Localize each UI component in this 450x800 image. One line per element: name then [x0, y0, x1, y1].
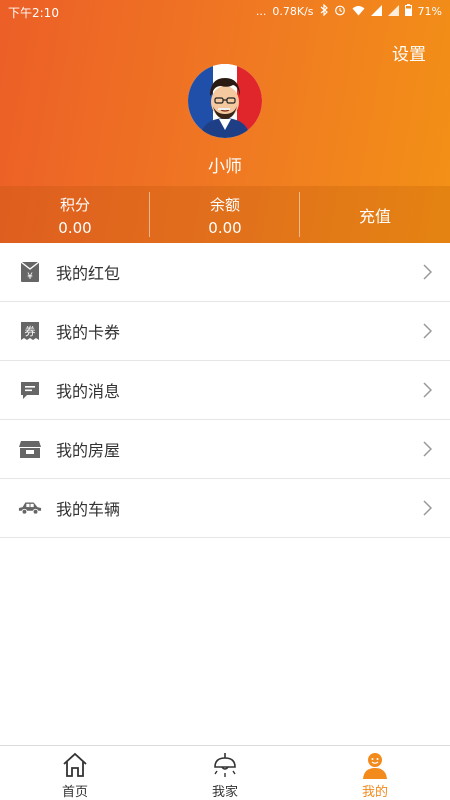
chevron-right-icon	[423, 441, 433, 461]
tab-home[interactable]: 首页	[0, 746, 150, 800]
menu-item-coupon[interactable]: 券 我的卡券	[0, 302, 450, 361]
menu-item-label: 我的消息	[56, 382, 121, 401]
menu-item-car[interactable]: 我的车辆	[0, 479, 450, 538]
house-icon	[18, 437, 42, 461]
alarm-icon	[334, 4, 346, 19]
status-dots: ...	[255, 5, 267, 18]
bottom-tab-bar: 首页 我家 我的	[0, 745, 450, 800]
network-speed: 0.78K/s	[272, 5, 314, 18]
points-value: 0.00	[58, 219, 92, 237]
balance-value: 0.00	[208, 219, 242, 237]
tab-label: 我家	[211, 785, 238, 800]
stat-divider	[299, 192, 300, 237]
balance-stat[interactable]: 余额 0.00	[150, 186, 300, 243]
coupon-icon: 券	[18, 319, 42, 343]
menu-item-label: 我的红包	[56, 264, 121, 283]
menu-item-label: 我的房屋	[56, 441, 121, 460]
profile-icon	[361, 751, 389, 783]
tab-mine[interactable]: 我的	[300, 746, 450, 800]
message-icon	[18, 378, 42, 402]
car-icon	[18, 496, 42, 520]
menu-item-house[interactable]: 我的房屋	[0, 420, 450, 479]
status-icons: ... 0.78K/s 71%	[255, 3, 442, 19]
battery-percent: 71%	[417, 5, 442, 18]
tab-label: 我的	[361, 785, 388, 800]
profile-header: 下午2:10 ... 0.78K/s 71% 设置 小师 积分 0.00 余额 …	[0, 0, 450, 243]
avatar[interactable]	[188, 64, 262, 138]
menu-item-label: 我的卡券	[56, 323, 121, 342]
svg-text:¥: ¥	[27, 272, 33, 282]
username: 小师	[208, 157, 242, 177]
chevron-right-icon	[423, 500, 433, 520]
balance-label: 余额	[209, 196, 240, 214]
status-time: 下午2:10	[8, 6, 59, 20]
wifi-icon	[352, 5, 365, 19]
status-bar: 下午2:10 ... 0.78K/s 71%	[0, 0, 450, 24]
chevron-right-icon	[423, 323, 433, 343]
tab-my-home[interactable]: 我家	[150, 746, 300, 800]
points-stat[interactable]: 积分 0.00	[0, 186, 150, 243]
svg-text:券: 券	[25, 324, 36, 338]
red-packet-icon: ¥	[18, 260, 42, 284]
menu-list: ¥ 我的红包 券 我的卡券 我的消息 我的房屋 我的车辆	[0, 243, 450, 538]
home-icon	[61, 751, 89, 783]
points-label: 积分	[59, 196, 90, 214]
lamp-icon	[211, 751, 239, 783]
chevron-right-icon	[423, 264, 433, 284]
menu-item-red-packet[interactable]: ¥ 我的红包	[0, 243, 450, 302]
settings-button[interactable]: 设置	[392, 40, 426, 65]
menu-item-message[interactable]: 我的消息	[0, 361, 450, 420]
tab-label: 首页	[61, 785, 88, 800]
recharge-button[interactable]: 充值	[300, 186, 450, 243]
bluetooth-icon	[320, 3, 328, 19]
user-avatar-icon	[188, 64, 262, 138]
signal-icon-1	[370, 4, 382, 19]
signal-icon-2	[387, 4, 399, 19]
battery-icon	[404, 4, 412, 19]
account-stats: 积分 0.00 余额 0.00 充值	[0, 186, 450, 243]
chevron-right-icon	[423, 382, 433, 402]
menu-item-label: 我的车辆	[56, 500, 121, 519]
